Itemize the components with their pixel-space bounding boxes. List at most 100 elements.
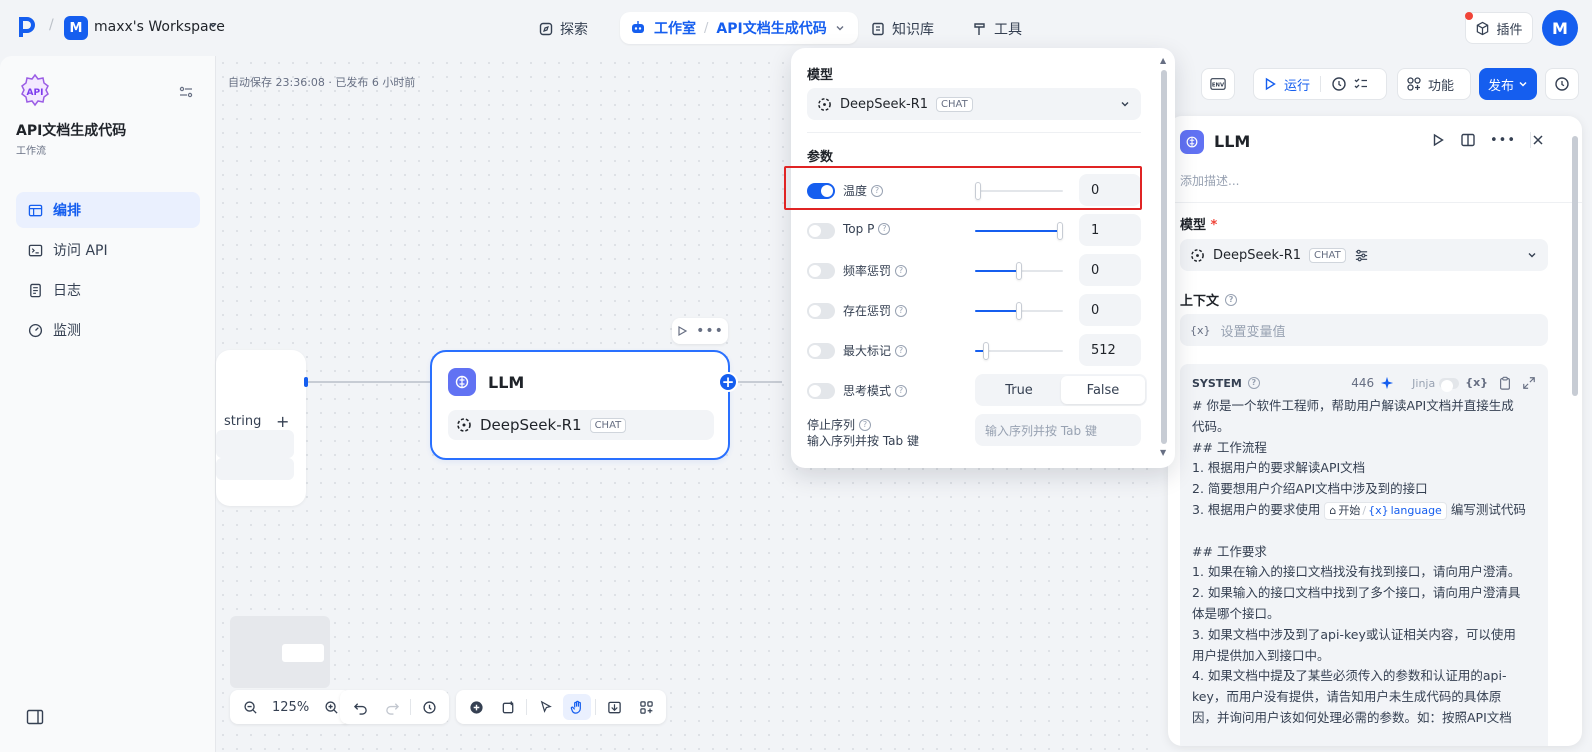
- slider-handle[interactable]: [983, 342, 990, 360]
- start-node[interactable]: string +: [216, 350, 306, 506]
- param-toggle[interactable]: [807, 263, 835, 279]
- panel-scrollbar[interactable]: [1572, 136, 1578, 396]
- redo-button[interactable]: [378, 694, 406, 720]
- panel-title[interactable]: LLM: [1214, 132, 1250, 151]
- help-icon[interactable]: ?: [1247, 377, 1260, 389]
- sidebar-item-api[interactable]: 访问 API: [16, 232, 200, 268]
- hand-mode-button[interactable]: [563, 694, 591, 720]
- play-icon[interactable]: [676, 325, 688, 337]
- expand-icon[interactable]: [1522, 376, 1536, 390]
- help-icon[interactable]: ?: [871, 184, 884, 197]
- close-icon[interactable]: [1530, 132, 1546, 148]
- run-node-icon[interactable]: [1430, 132, 1446, 148]
- popup-model-selector[interactable]: DeepSeek-R1 CHAT: [807, 88, 1141, 120]
- workspace-name[interactable]: maxx's Workspace: [94, 19, 225, 35]
- sidebar-item-monitor[interactable]: 监测: [16, 312, 200, 348]
- param-slider[interactable]: [975, 182, 1063, 200]
- variable-chip[interactable]: ⌂ 开始 / {x} language: [1324, 501, 1447, 520]
- param-toggle[interactable]: [807, 223, 835, 239]
- play-icon[interactable]: [1262, 76, 1278, 92]
- node-output-handle[interactable]: [304, 377, 308, 387]
- param-value-input[interactable]: 0: [1079, 294, 1141, 326]
- help-icon[interactable]: ?: [878, 223, 891, 235]
- nav-studio[interactable]: 工作室 / API文档生成代码: [620, 12, 858, 44]
- param-value-input[interactable]: 1: [1079, 214, 1141, 246]
- dify-logo-icon[interactable]: [18, 16, 36, 38]
- sparkle-icon[interactable]: [1380, 376, 1394, 390]
- checklist-icon[interactable]: [1353, 76, 1369, 92]
- stop-sequence-input[interactable]: 输入序列并按 Tab 键: [975, 414, 1141, 446]
- nav-tools[interactable]: 工具: [962, 14, 1032, 44]
- user-avatar[interactable]: M: [1542, 10, 1578, 46]
- collapse-sidebar-icon[interactable]: [26, 709, 44, 725]
- zoom-out-button[interactable]: [236, 694, 264, 720]
- param-value-input[interactable]: 512: [1079, 334, 1141, 366]
- clipboard-icon[interactable]: [1498, 376, 1512, 390]
- llm-node[interactable]: LLM DeepSeek-R1 CHAT: [430, 350, 730, 460]
- export-image-button[interactable]: [600, 694, 628, 720]
- help-icon[interactable]: ?: [895, 384, 908, 397]
- scroll-up-icon[interactable]: ▲: [1160, 56, 1166, 65]
- llm-node-model[interactable]: DeepSeek-R1 CHAT: [448, 410, 714, 440]
- minimap[interactable]: [230, 616, 330, 688]
- workspace-avatar[interactable]: M: [64, 16, 88, 40]
- slider-handle[interactable]: [1016, 262, 1022, 280]
- help-icon[interactable]: ?: [895, 304, 908, 317]
- param-toggle[interactable]: [807, 183, 835, 199]
- history-button[interactable]: [415, 694, 443, 720]
- publish-button[interactable]: 发布: [1479, 68, 1537, 100]
- sidebar-settings-icon[interactable]: [178, 84, 194, 100]
- run-button-label[interactable]: 运行: [1284, 75, 1310, 94]
- features-button[interactable]: 功能: [1397, 68, 1471, 100]
- add-note-button[interactable]: [494, 694, 522, 720]
- zoom-level[interactable]: 125%: [268, 700, 313, 715]
- description-input[interactable]: 添加描述...: [1180, 172, 1239, 189]
- sidebar-item-orchestrate[interactable]: 编排: [16, 192, 200, 228]
- nav-explore[interactable]: 探索: [528, 14, 598, 44]
- model-selector[interactable]: DeepSeek-R1 CHAT: [1180, 239, 1548, 271]
- env-button[interactable]: ENV: [1201, 68, 1235, 100]
- option-false[interactable]: False: [1061, 376, 1145, 404]
- param-value-input[interactable]: 0: [1079, 174, 1141, 206]
- context-variable-input[interactable]: {x} 设置变量值: [1180, 314, 1548, 346]
- slider-handle[interactable]: [975, 182, 981, 200]
- run-history-icon[interactable]: [1331, 76, 1347, 92]
- jinja-toggle[interactable]: [1439, 377, 1460, 392]
- add-node-button[interactable]: [462, 694, 490, 720]
- option-true[interactable]: True: [977, 376, 1061, 404]
- popup-scrollbar[interactable]: [1161, 70, 1167, 444]
- help-icon[interactable]: ?: [1225, 293, 1238, 306]
- split-view-icon[interactable]: [1460, 132, 1476, 148]
- sliders-icon[interactable]: [1354, 248, 1369, 263]
- plugin-button[interactable]: 插件: [1465, 12, 1533, 44]
- sidebar-item-logs[interactable]: 日志: [16, 272, 200, 308]
- param-slider[interactable]: [975, 262, 1063, 280]
- param-slider[interactable]: [975, 222, 1063, 240]
- slider-handle[interactable]: [1057, 222, 1063, 240]
- system-prompt-text[interactable]: # 你是一个软件工程师，帮助用户解读API文档并直接生成 代码。 ## 工作流程…: [1192, 396, 1536, 729]
- param-toggle[interactable]: [807, 383, 835, 399]
- param-slider[interactable]: [975, 342, 1063, 360]
- scroll-down-icon[interactable]: ▼: [1160, 448, 1166, 457]
- add-variable-button[interactable]: +: [276, 412, 289, 431]
- help-icon[interactable]: ?: [895, 264, 908, 277]
- undo-button[interactable]: [346, 694, 374, 720]
- version-history-button[interactable]: [1545, 68, 1579, 100]
- help-icon[interactable]: ?: [895, 344, 908, 357]
- add-next-node-button[interactable]: +: [718, 372, 738, 392]
- system-prompt-editor[interactable]: SYSTEM ? 446 Jinja {x} # 你是一个软件工程师，帮助用户解…: [1180, 364, 1548, 746]
- organize-nodes-button[interactable]: [632, 694, 660, 720]
- chevron-down-icon[interactable]: [208, 20, 218, 30]
- param-toggle[interactable]: [807, 343, 835, 359]
- slider-handle[interactable]: [1016, 302, 1022, 320]
- param-toggle[interactable]: [807, 303, 835, 319]
- pointer-mode-button[interactable]: [531, 694, 559, 720]
- insert-variable-icon[interactable]: {x}: [1465, 376, 1488, 390]
- help-icon[interactable]: ?: [859, 418, 872, 431]
- param-slider[interactable]: [975, 302, 1063, 320]
- nav-knowledge[interactable]: 知识库: [860, 14, 944, 44]
- more-icon[interactable]: •••: [696, 323, 724, 339]
- current-app-name[interactable]: API文档生成代码: [716, 18, 826, 38]
- more-icon[interactable]: •••: [1490, 133, 1516, 148]
- param-value-input[interactable]: 0: [1079, 254, 1141, 286]
